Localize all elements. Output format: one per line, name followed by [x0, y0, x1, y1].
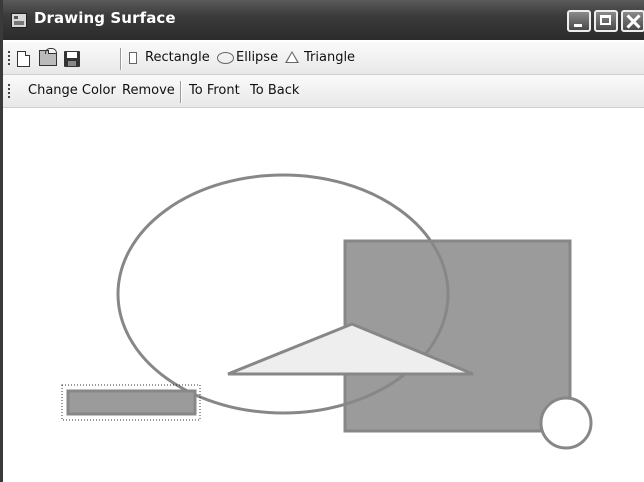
change-color-button[interactable]: Change Color — [28, 83, 116, 98]
ellipse-icon[interactable] — [217, 52, 234, 64]
to-front-button[interactable]: To Front — [189, 83, 240, 98]
window-title: Drawing Surface — [34, 9, 176, 27]
main-toolbar: Rectangle Ellipse Triangle — [3, 42, 644, 75]
small-rectangle-shape[interactable] — [66, 389, 197, 416]
to-back-button[interactable]: To Back — [250, 83, 299, 98]
rectangle-icon[interactable] — [129, 52, 137, 64]
toolbar-grip-icon[interactable] — [8, 84, 10, 100]
edit-toolbar: Change Color Remove To Front To Back — [3, 75, 644, 108]
new-file-icon[interactable] — [17, 51, 30, 67]
toolbar-separator — [180, 81, 182, 103]
ellipse-button[interactable]: Ellipse — [236, 50, 278, 65]
triangle-icon[interactable] — [285, 51, 299, 63]
remove-button[interactable]: Remove — [122, 83, 175, 98]
title-bar[interactable]: Drawing Surface — [3, 0, 644, 40]
canvas-shapes — [61, 173, 593, 450]
rectangle-button[interactable]: Rectangle — [145, 50, 210, 65]
circle-shape[interactable] — [539, 396, 593, 450]
save-disk-icon[interactable] — [64, 51, 80, 67]
triangle-button[interactable]: Triangle — [304, 50, 355, 65]
minimize-button[interactable] — [567, 10, 591, 32]
open-folder-icon[interactable] — [39, 48, 57, 66]
maximize-button[interactable] — [594, 10, 618, 32]
close-button[interactable] — [621, 10, 644, 32]
drawing-canvas[interactable] — [3, 108, 644, 482]
drawing-surface-window: Drawing Surface Rectangle Ellipse Triang… — [0, 0, 644, 482]
app-window-icon — [11, 13, 27, 28]
toolbar-grip-icon[interactable] — [8, 51, 10, 67]
toolbar-separator — [120, 48, 122, 70]
